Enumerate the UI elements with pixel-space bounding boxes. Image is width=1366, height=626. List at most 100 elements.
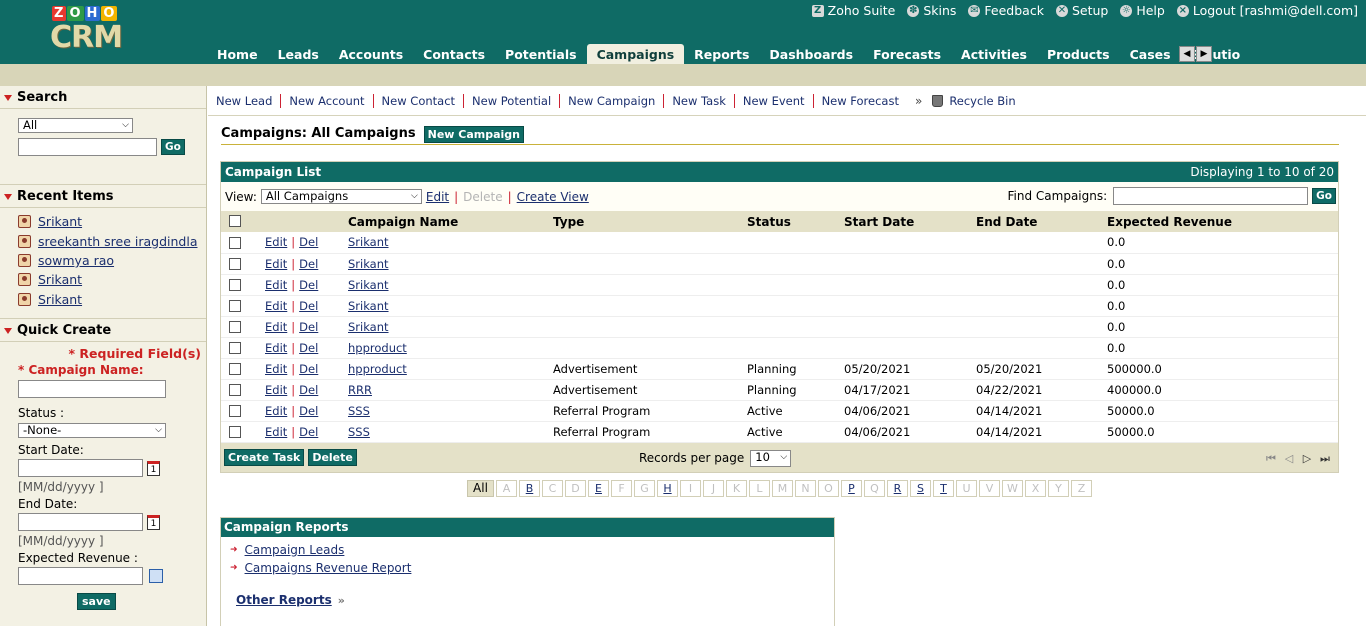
tab-dashboards[interactable]: Dashboards (759, 44, 863, 64)
row-edit-link[interactable]: Edit (265, 383, 287, 397)
new-account-link[interactable]: New Account (281, 93, 374, 108)
create-task-button[interactable]: Create Task (224, 448, 305, 466)
select-all-checkbox[interactable] (229, 215, 241, 227)
calculator-icon[interactable] (149, 569, 163, 583)
campaign-name-link[interactable]: SSS (348, 404, 370, 418)
new-lead-link[interactable]: New Lead (216, 93, 282, 108)
campaign-name-link[interactable]: hpproduct (348, 341, 407, 355)
delete-button[interactable]: Delete (308, 448, 357, 466)
tab-products[interactable]: Products (1037, 44, 1120, 64)
row-del-link[interactable]: Del (299, 404, 318, 418)
row-del-link[interactable]: Del (299, 320, 318, 334)
zoho-crm-logo[interactable]: ZOHO CRM (50, 6, 160, 56)
row-edit-link[interactable]: Edit (265, 425, 287, 439)
top-link-feedback[interactable]: ✉ Feedback (968, 3, 1044, 18)
calendar-icon[interactable]: 1 (147, 460, 160, 476)
recent-item[interactable]: Srikant (18, 212, 206, 231)
campaigns-revenue-report-link[interactable]: Campaigns Revenue Report (245, 561, 412, 575)
row-checkbox[interactable] (229, 236, 241, 249)
new-campaign-link[interactable]: New Campaign (560, 93, 665, 108)
new-task-link[interactable]: New Task (664, 93, 735, 108)
campaign-name-link[interactable]: Srikant (348, 320, 389, 334)
save-button[interactable]: save (77, 593, 116, 610)
column-start-date[interactable]: Start Date (844, 211, 976, 232)
row-checkbox[interactable] (229, 258, 241, 270)
top-link-logout[interactable]: × Logout [rashmi@dell.com] (1176, 3, 1358, 18)
column-status[interactable]: Status (747, 211, 844, 232)
row-del-link[interactable]: Del (299, 425, 318, 439)
tab-campaigns[interactable]: Campaigns (586, 44, 685, 64)
end-date-input[interactable] (18, 513, 143, 531)
tab-accounts[interactable]: Accounts (329, 44, 413, 64)
recent-item[interactable]: sreekanth sree iragdindla (18, 231, 206, 250)
row-del-link[interactable]: Del (299, 341, 318, 355)
row-checkbox[interactable] (229, 426, 241, 438)
campaign-name-link[interactable]: RRR (348, 383, 372, 397)
row-del-link[interactable]: Del (299, 278, 318, 292)
column-expected-revenue[interactable]: Expected Revenue (1107, 211, 1338, 232)
tab-potentials[interactable]: Potentials (495, 44, 587, 64)
alphabet-letter-t[interactable]: T (933, 480, 954, 497)
alphabet-letter-e[interactable]: E (588, 480, 609, 497)
top-link-zoho[interactable]: Z Zoho Suite (811, 3, 895, 18)
search-go-button[interactable]: Go (161, 139, 185, 155)
campaign-name-link[interactable]: Srikant (348, 299, 389, 313)
row-checkbox[interactable] (229, 279, 241, 291)
edit-view-link[interactable]: Edit (426, 190, 449, 204)
last-page-icon[interactable]: ⏭ (1318, 452, 1332, 466)
search-scope-select[interactable]: All ⌵ (18, 118, 133, 133)
alphabet-all[interactable]: All (467, 480, 494, 497)
recent-item[interactable]: sowmya rao (18, 251, 206, 270)
alphabet-letter-s[interactable]: S (910, 480, 931, 497)
alphabet-letter-p[interactable]: P (841, 480, 862, 497)
column-end-date[interactable]: End Date (976, 211, 1107, 232)
calendar-icon[interactable]: 1 (147, 514, 160, 530)
column-type[interactable]: Type (553, 211, 747, 232)
recent-item[interactable]: Srikant (18, 290, 206, 309)
alphabet-letter-h[interactable]: H (657, 480, 678, 497)
campaign-name-input[interactable] (18, 380, 166, 398)
tab-leads[interactable]: Leads (268, 44, 329, 64)
row-del-link[interactable]: Del (299, 235, 318, 249)
find-go-button[interactable]: Go (1312, 188, 1336, 204)
row-del-link[interactable]: Del (299, 257, 318, 271)
row-edit-link[interactable]: Edit (265, 404, 287, 418)
top-link-help[interactable]: ☼ Help (1120, 3, 1165, 18)
new-potential-link[interactable]: New Potential (464, 93, 561, 108)
row-checkbox[interactable] (229, 300, 241, 312)
row-edit-link[interactable]: Edit (265, 299, 287, 313)
row-checkbox[interactable] (229, 384, 241, 396)
row-checkbox[interactable] (229, 363, 241, 375)
recent-item-link[interactable]: sreekanth sree iragdindla (38, 234, 198, 249)
campaign-leads-report-link[interactable]: Campaign Leads (245, 543, 345, 557)
alphabet-letter-r[interactable]: R (887, 480, 908, 497)
quick-create-header[interactable]: Quick Create (0, 319, 206, 342)
view-select[interactable]: All Campaigns ⌵ (260, 189, 422, 204)
new-contact-link[interactable]: New Contact (374, 93, 465, 108)
more-arrow-icon[interactable]: » (907, 94, 932, 108)
row-edit-link[interactable]: Edit (265, 278, 287, 292)
tab-forecasts[interactable]: Forecasts (863, 44, 951, 64)
status-select[interactable]: -None- ⌵ (18, 423, 166, 438)
row-del-link[interactable]: Del (299, 362, 318, 376)
row-edit-link[interactable]: Edit (265, 257, 287, 271)
new-event-link[interactable]: New Event (735, 93, 814, 108)
row-edit-link[interactable]: Edit (265, 362, 287, 376)
create-view-link[interactable]: Create View (517, 190, 589, 204)
tab-reports[interactable]: Reports (684, 44, 759, 64)
records-per-page-select[interactable]: 10 ⌵ (750, 449, 792, 467)
tab-home[interactable]: Home (207, 44, 268, 64)
campaign-name-link[interactable]: Srikant (348, 257, 389, 271)
recent-item[interactable]: Srikant (18, 270, 206, 289)
row-edit-link[interactable]: Edit (265, 341, 287, 355)
campaign-name-link[interactable]: hpproduct (348, 362, 407, 376)
row-edit-link[interactable]: Edit (265, 235, 287, 249)
recent-items-header[interactable]: Recent Items (0, 185, 206, 208)
find-campaigns-input[interactable] (1113, 187, 1309, 205)
tab-activities[interactable]: Activities (951, 44, 1037, 64)
next-page-icon[interactable]: ▷ (1300, 452, 1314, 466)
expected-revenue-input[interactable] (18, 567, 143, 585)
tab-scroll-right-icon[interactable]: ▶ (1196, 46, 1212, 62)
new-campaign-button[interactable]: New Campaign (423, 126, 524, 143)
row-checkbox[interactable] (229, 321, 241, 333)
